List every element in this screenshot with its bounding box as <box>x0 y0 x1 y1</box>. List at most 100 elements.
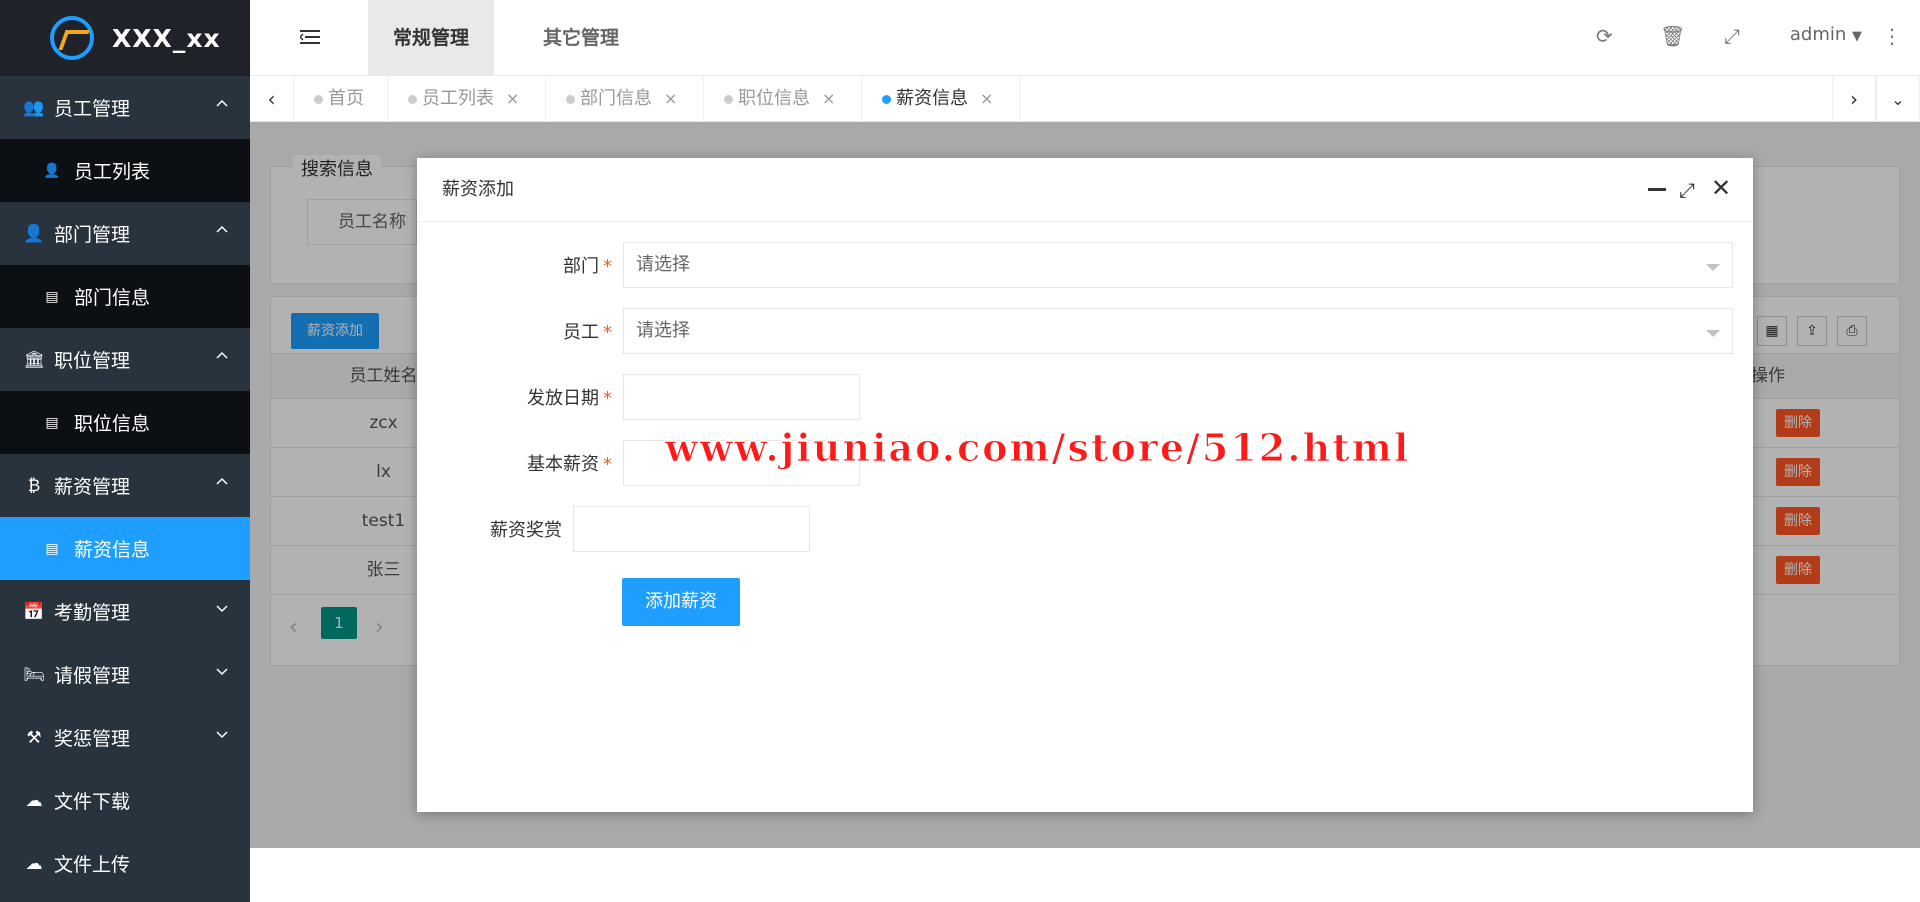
tab-label: 薪资信息 <box>896 88 968 109</box>
chevron-down-icon <box>216 668 228 676</box>
close-icon[interactable]: × <box>980 89 993 108</box>
chevron-down-icon: ⌄ <box>1891 89 1905 109</box>
list-icon: ▤ <box>45 288 59 305</box>
app-title: XXX_xx <box>112 23 221 53</box>
tab-department-info[interactable]: 部门信息 × <box>546 76 704 122</box>
menu-group-employee[interactable]: 👥 员工管理 <box>0 76 250 139</box>
base-label-text: 基本薪资 <box>527 454 599 475</box>
dept-label-text: 部门 <box>563 256 599 277</box>
menu-group-label: 部门管理 <box>54 224 131 246</box>
close-icon[interactable]: × <box>506 89 519 108</box>
sidebar-item-file-upload[interactable]: ☁ 文件上传 <box>0 832 250 895</box>
pay-date-input[interactable] <box>623 374 860 420</box>
sidebar-item-salary-info[interactable]: ▤ 薪资信息 <box>0 517 250 580</box>
dept-label: 部门 * <box>477 252 612 278</box>
menu-group-label: 文件下载 <box>54 791 131 813</box>
dialog-title: 薪资添加 <box>417 158 1753 222</box>
sidebar: XXX_xx 👥 员工管理 👤 员工列表 👤 部门管理 ▤ 部门信息 🏛 职位管… <box>0 0 250 902</box>
tab-dot <box>882 95 891 104</box>
dept-select[interactable]: 请选择 <box>623 242 1733 288</box>
logo-icon <box>50 16 94 60</box>
add-salary-submit-button[interactable]: 添加薪资 <box>622 578 740 626</box>
username: admin <box>1789 24 1847 45</box>
menu-group-label: 请假管理 <box>54 665 131 687</box>
menu-toggle-icon[interactable] <box>300 28 320 46</box>
users-icon: 👥 <box>23 97 45 118</box>
menu-group-label: 职位管理 <box>54 350 131 372</box>
header-tab-other[interactable]: 其它管理 <box>518 0 644 76</box>
chevron-left-icon: ‹ <box>267 87 276 111</box>
bonus-input[interactable] <box>573 506 810 552</box>
logo[interactable]: XXX_xx <box>0 0 250 76</box>
menu-group-reward[interactable]: ⚒ 奖惩管理 <box>0 706 250 769</box>
watermark: www.jiuniao.com/store/512.html <box>664 425 1411 471</box>
chevron-up-icon <box>216 225 228 233</box>
chevron-up-icon <box>216 351 228 359</box>
tab-scroll-left-button[interactable]: ‹ <box>250 76 294 122</box>
bed-icon: 🛏 <box>23 664 45 685</box>
sidebar-item-label: 部门信息 <box>74 287 151 309</box>
required-mark: * <box>603 322 612 343</box>
caret-down-icon: ▼ <box>1852 29 1862 44</box>
calendar-icon: 📅 <box>23 601 45 622</box>
chevron-up-icon <box>216 477 228 485</box>
fullscreen-icon[interactable]: ⤢ <box>1724 24 1740 48</box>
refresh-icon[interactable]: ⟳ <box>1596 24 1613 48</box>
minimize-icon[interactable] <box>1648 188 1666 191</box>
tab-dot <box>724 95 733 104</box>
chevron-up-icon <box>216 99 228 107</box>
close-icon[interactable]: × <box>664 89 677 108</box>
maximize-icon[interactable]: ⤢ <box>1679 178 1695 202</box>
menu-group-attendance[interactable]: 📅 考勤管理 <box>0 580 250 643</box>
trash-icon[interactable]: 🗑 <box>1660 24 1685 48</box>
user-icon: 👤 <box>43 162 61 179</box>
caret-down-icon <box>1706 264 1720 271</box>
cloud-download-icon: ☁ <box>25 790 43 811</box>
close-icon[interactable]: ✕ <box>1711 174 1731 202</box>
tab-dot <box>566 95 575 104</box>
tab-options-button[interactable]: ⌄ <box>1876 76 1920 122</box>
bonus-label: 薪资奖赏 <box>490 520 562 541</box>
chevron-down-icon <box>216 731 228 739</box>
header-tab-regular[interactable]: 常规管理 <box>368 0 495 76</box>
employee-select[interactable]: 请选择 <box>623 308 1733 354</box>
sidebar-item-department-info[interactable]: ▤ 部门信息 <box>0 265 250 328</box>
more-vertical-icon[interactable]: ⋮ <box>1882 24 1902 48</box>
sidebar-item-employee-list[interactable]: 👤 员工列表 <box>0 139 250 202</box>
menu-group-leave[interactable]: 🛏 请假管理 <box>0 643 250 706</box>
required-mark: * <box>603 454 612 475</box>
sidebar-item-file-download[interactable]: ☁ 文件下载 <box>0 769 250 832</box>
chevron-down-icon <box>216 605 228 613</box>
sidebar-item-label: 员工列表 <box>74 161 151 183</box>
menu-group-salary[interactable]: ₿ 薪资管理 <box>0 454 250 517</box>
required-mark: * <box>603 388 612 409</box>
tab-dot <box>408 95 417 104</box>
tab-home[interactable]: 首页 <box>294 76 388 122</box>
salary-add-dialog: 薪资添加 ⤢ ✕ 部门 * 请选择 员工 * 请选择 发放日期 * 基本薪资 * 薪资奖… <box>417 158 1753 812</box>
menu-group-position[interactable]: 🏛 职位管理 <box>0 328 250 391</box>
sidebar-item-position-info[interactable]: ▤ 职位信息 <box>0 391 250 454</box>
tab-position-info[interactable]: 职位信息 × <box>704 76 862 122</box>
caret-down-icon <box>1706 330 1720 337</box>
tab-scroll-right-button[interactable]: › <box>1832 76 1876 122</box>
dept-select-placeholder: 请选择 <box>636 254 690 275</box>
emp-label: 员工 * <box>477 318 612 344</box>
tab-employee-list[interactable]: 员工列表 × <box>388 76 546 122</box>
tab-label: 首页 <box>328 88 364 109</box>
list-icon: ▤ <box>45 540 59 557</box>
bitcoin-icon: ₿ <box>27 475 41 496</box>
top-header: 常规管理 其它管理 ⟳ 🗑 ⤢ admin ▼ ⋮ <box>250 0 1920 76</box>
tab-dot <box>314 95 323 104</box>
chevron-right-icon: › <box>1850 87 1858 111</box>
required-mark: * <box>603 256 612 277</box>
date-label: 发放日期 * <box>477 384 612 410</box>
user-menu[interactable]: admin ▼ <box>1790 24 1862 45</box>
menu-group-department[interactable]: 👤 部门管理 <box>0 202 250 265</box>
page-tab-bar: ‹ 首页 员工列表 × 部门信息 × 职位信息 × 薪资信息 × › ⌄ <box>250 76 1920 122</box>
tab-label: 部门信息 <box>580 88 652 109</box>
close-icon[interactable]: × <box>822 89 835 108</box>
menu-group-label: 员工管理 <box>54 98 131 120</box>
tab-salary-info[interactable]: 薪资信息 × <box>862 76 1020 122</box>
menu-group-label: 奖惩管理 <box>54 728 131 750</box>
menu-group-label: 文件上传 <box>54 854 131 876</box>
